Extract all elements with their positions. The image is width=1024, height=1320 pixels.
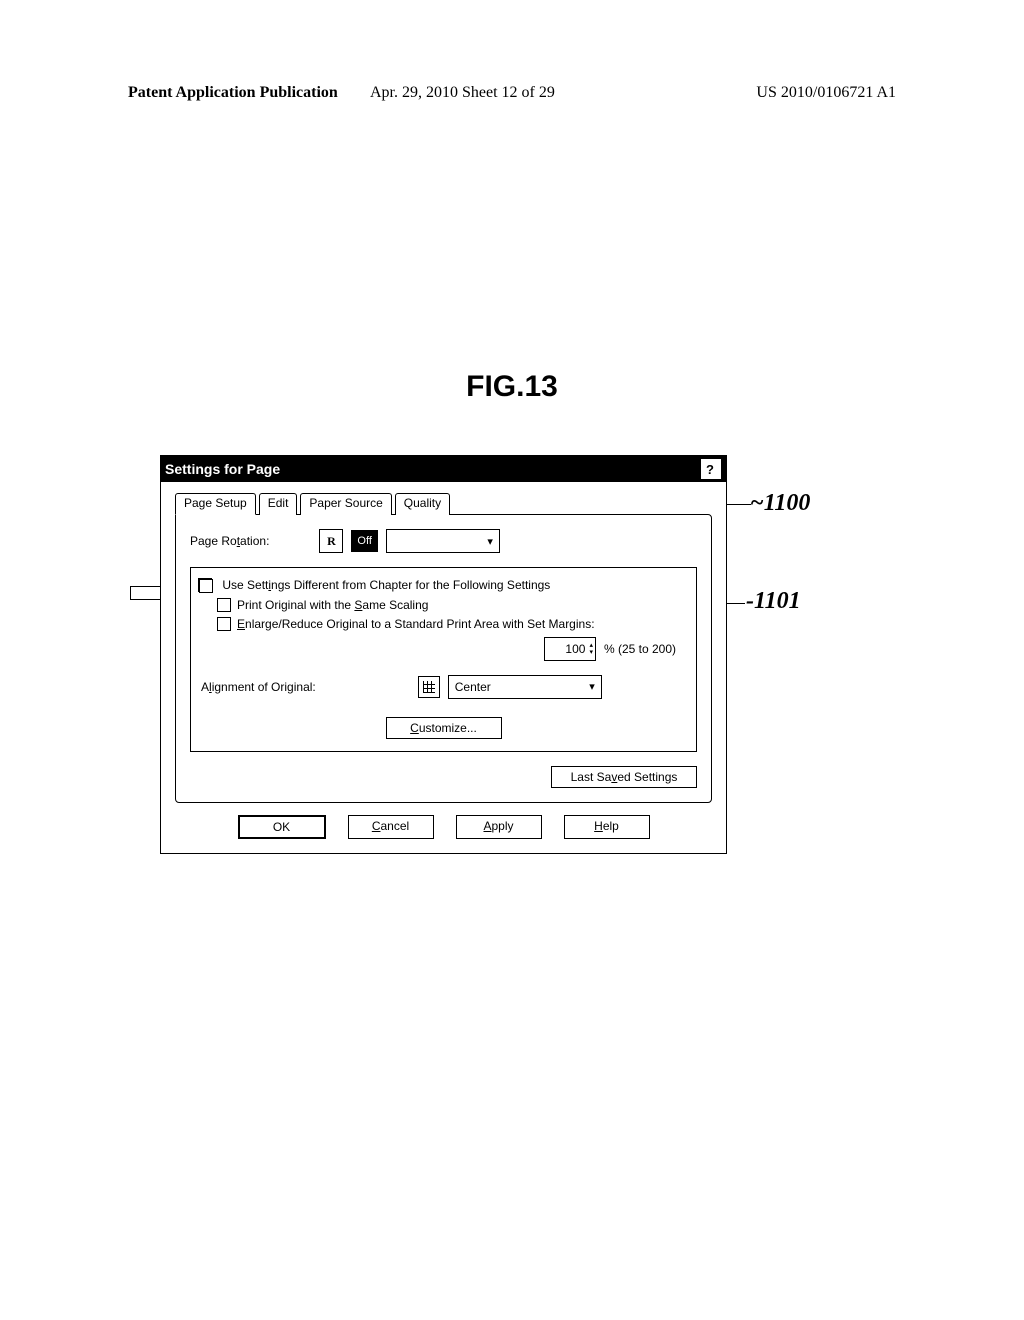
- chevron-down-icon: ▾: [487, 535, 493, 548]
- dialog-button-row: OK Cancel Apply Help: [175, 815, 712, 839]
- scale-range-label: % (25 to 200): [604, 642, 676, 656]
- tab-paper-source[interactable]: Paper Source: [300, 493, 391, 515]
- same-scaling-label: Print Original with the Same Scaling: [237, 598, 428, 612]
- header-center: Apr. 29, 2010 Sheet 12 of 29: [370, 84, 555, 102]
- settings-dialog: Settings for Page ? Page Setup Edit Pape…: [160, 455, 727, 854]
- tab-row: Page Setup Edit Paper Source Quality: [175, 492, 712, 514]
- alignment-value: Center: [455, 680, 491, 694]
- chapter-override-group: Use Settings Different from Chapter for …: [190, 567, 697, 752]
- enlarge-reduce-row: Enlarge/Reduce Original to a Standard Pr…: [217, 617, 686, 631]
- enlarge-reduce-checkbox[interactable]: [217, 617, 231, 631]
- page-rotation-row: Page Rotation: R Off ▾: [190, 529, 697, 553]
- header-right: US 2010/0106721 A1: [756, 84, 896, 102]
- rotation-select[interactable]: ▾: [386, 529, 500, 553]
- cancel-button[interactable]: Cancel: [348, 815, 434, 839]
- callout-line-1101: [727, 603, 745, 604]
- alignment-select[interactable]: Center ▾: [448, 675, 602, 699]
- titlebar: Settings for Page ?: [161, 456, 726, 482]
- figure-label: FIG.13: [0, 370, 1024, 404]
- customize-row: Customize...: [201, 717, 686, 739]
- enlarge-reduce-label: Enlarge/Reduce Original to a Standard Pr…: [237, 617, 595, 631]
- svg-text:?: ?: [706, 462, 714, 476]
- use-settings-diff-row: Use Settings Different from Chapter for …: [199, 578, 686, 593]
- callout-1100: ~1100: [750, 490, 810, 517]
- rotation-icon: R: [319, 529, 343, 553]
- header-left: Patent Application Publication: [128, 84, 338, 102]
- scale-row: 100 ▴▾ % (25 to 200): [201, 637, 676, 661]
- callout-line-1100: [727, 504, 751, 505]
- bracket-1101: [130, 586, 161, 600]
- titlebar-help-icon[interactable]: ?: [700, 458, 722, 480]
- callout-1101: -1101: [746, 588, 801, 615]
- alignment-row: Alignment of Original: Center ▾: [201, 675, 686, 699]
- alignment-icon: [418, 676, 440, 698]
- same-scaling-row: Print Original with the Same Scaling: [217, 598, 686, 612]
- spinner-arrows-icon[interactable]: ▴▾: [589, 642, 593, 656]
- chevron-down-icon: ▾: [589, 680, 595, 693]
- use-settings-diff-checkbox[interactable]: [199, 579, 213, 593]
- same-scaling-checkbox[interactable]: [217, 598, 231, 612]
- dialog-title: Settings for Page: [165, 461, 280, 477]
- tab-panel: Page Rotation: R Off ▾ Use Settings Diff…: [175, 514, 712, 803]
- page-rotation-label: Page Rotation:: [190, 534, 269, 548]
- tab-quality[interactable]: Quality: [395, 493, 450, 515]
- scale-spinner[interactable]: 100 ▴▾: [544, 637, 596, 661]
- help-button[interactable]: Help: [564, 815, 650, 839]
- scale-value: 100: [545, 642, 589, 656]
- use-settings-diff-label: Use Settings Different from Chapter for …: [222, 578, 550, 592]
- customize-button[interactable]: Customize...: [386, 717, 502, 739]
- dialog-content: Page Setup Edit Paper Source Quality Pag…: [161, 482, 726, 853]
- ok-button[interactable]: OK: [238, 815, 326, 839]
- tab-edit[interactable]: Edit: [259, 493, 298, 515]
- alignment-label: Alignment of Original:: [201, 680, 316, 694]
- rotation-off-chip: Off: [351, 530, 377, 552]
- last-saved-button[interactable]: Last Saved Settings: [551, 766, 697, 788]
- tab-page-setup[interactable]: Page Setup: [175, 493, 256, 515]
- apply-button[interactable]: Apply: [456, 815, 542, 839]
- last-saved-row: Last Saved Settings: [190, 766, 697, 788]
